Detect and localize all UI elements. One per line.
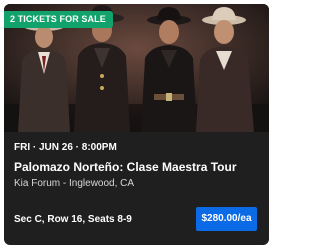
event-listing-card[interactable]: 2 TICKETS FOR SALE FRI · JUN 26 · 8:00PM…	[4, 4, 269, 245]
event-details: FRI · JUN 26 · 8:00PM Palomazo Norteño: …	[4, 132, 269, 245]
seat-info: Sec C, Row 16, Seats 8-9	[14, 214, 132, 225]
event-date: FRI · JUN 26 · 8:00PM	[14, 142, 117, 153]
event-title[interactable]: Palomazo Norteño: Clase Maestra Tour	[14, 160, 237, 175]
event-venue: Kia Forum - Inglewood, CA	[14, 178, 135, 189]
tickets-for-sale-badge: 2 TICKETS FOR SALE	[4, 11, 113, 28]
event-photo: 2 TICKETS FOR SALE	[4, 4, 269, 132]
price-button[interactable]: $280.00/ea	[196, 207, 257, 231]
